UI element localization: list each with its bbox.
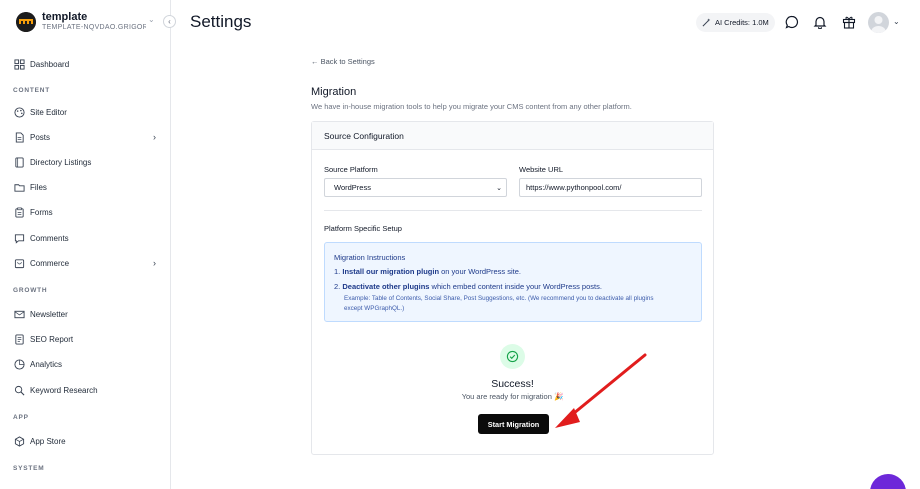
sidebar-item-analytics[interactable]: Analytics: [14, 355, 160, 373]
sidebar-item-label: App Store: [30, 436, 66, 446]
bell-icon[interactable]: [813, 15, 827, 30]
divider: [324, 210, 702, 211]
annotation-arrow-icon: [555, 353, 647, 428]
sidebar-item-label: SEO Report: [30, 334, 74, 344]
book-icon: [14, 156, 25, 168]
search-icon: [14, 385, 25, 396]
chevron-down-icon[interactable]: ⌄: [893, 17, 900, 26]
chevron-down-icon: ⌄: [148, 15, 155, 24]
folder-icon: [14, 182, 25, 193]
sidebar-item-newsletter[interactable]: Newsletter: [14, 305, 160, 323]
card-title: Source Configuration: [324, 131, 404, 141]
palette-icon: [14, 106, 25, 118]
instruction-note: except WPGraphQL.): [344, 305, 405, 312]
migration-description: We have in-house migration tools to help…: [311, 102, 632, 111]
instruction-step-2: 2. Deactivate other plugins which embed …: [334, 282, 602, 291]
sidebar-item-keyword-research[interactable]: Keyword Research: [14, 381, 160, 399]
sidebar-item-label: Newsletter: [30, 309, 68, 319]
ai-credits-badge[interactable]: AI Credits: 1.0M: [696, 13, 775, 32]
page-title: Settings: [190, 12, 252, 31]
brand-name: template: [42, 11, 88, 23]
brand-logo: [16, 12, 36, 32]
sidebar-item-label: Site Editor: [30, 107, 67, 117]
instruction-note: Example: Table of Contents, Social Share…: [344, 295, 654, 302]
section-label-growth: GROWTH: [13, 287, 48, 294]
section-label-system: SYSTEM: [13, 465, 45, 472]
step-emphasis: Deactivate other plugins: [342, 282, 430, 291]
section-label-app: APP: [13, 414, 29, 421]
source-platform-select[interactable]: WordPress ⌄: [324, 178, 507, 197]
sidebar-item-label: Forms: [30, 207, 53, 217]
sidebar-item-directory-listings[interactable]: Directory Listings: [14, 153, 160, 171]
report-icon: [14, 333, 25, 345]
sidebar-item-comments[interactable]: Comments: [14, 229, 160, 247]
sidebar-item-posts[interactable]: Posts ›: [14, 128, 160, 146]
gift-icon[interactable]: [842, 15, 856, 29]
magic-wand-icon: [702, 18, 711, 27]
box-icon: [14, 435, 25, 447]
success-title: Success!: [491, 378, 534, 390]
migration-title: Migration: [311, 86, 357, 98]
back-to-settings-link[interactable]: ← Back to Settings: [311, 57, 375, 66]
clipboard-icon: [14, 207, 25, 218]
section-label-content: CONTENT: [13, 87, 51, 94]
sidebar-item-label: Dashboard: [30, 59, 70, 69]
website-url-input[interactable]: https://www.pythonpool.com/: [519, 178, 702, 197]
ai-credits-text: AI Credits: 1.0M: [715, 18, 769, 27]
mail-icon: [14, 309, 25, 320]
success-description: You are ready for migration 🎉: [461, 392, 564, 401]
sidebar-item-label: Directory Listings: [30, 157, 92, 167]
chevron-right-icon: ›: [153, 258, 156, 268]
support-chat-button[interactable]: [870, 474, 906, 489]
sidebar-item-label: Comments: [30, 233, 69, 243]
chat-icon[interactable]: [785, 15, 799, 29]
source-platform-value: WordPress: [334, 183, 371, 192]
sidebar-item-label: Posts: [30, 132, 51, 142]
website-url-value: https://www.pythonpool.com/: [526, 183, 622, 192]
sidebar-item-label: Commerce: [30, 258, 70, 268]
sidebar-item-site-editor[interactable]: Site Editor: [14, 103, 160, 121]
install-plugin-link[interactable]: Install our migration plugin: [342, 267, 439, 276]
migration-instructions-box: Migration Instructions 1. Install our mi…: [324, 242, 702, 322]
cart-icon: [14, 258, 25, 269]
start-migration-button[interactable]: Start Migration: [478, 414, 549, 434]
sidebar-item-app-store[interactable]: App Store: [14, 432, 160, 450]
step-number: 1.: [334, 267, 341, 276]
comment-icon: [14, 233, 25, 244]
step-text: which embed content inside your WordPres…: [429, 282, 602, 291]
instruction-step-1: 1. Install our migration plugin on your …: [334, 267, 521, 276]
dashboard-icon: [14, 58, 25, 70]
document-icon: [14, 131, 25, 143]
sidebar-item-commerce[interactable]: Commerce ›: [14, 254, 160, 272]
sidebar-item-forms[interactable]: Forms: [14, 203, 160, 221]
sidebar-item-seo-report[interactable]: SEO Report: [14, 330, 160, 348]
avatar[interactable]: [868, 12, 889, 33]
step-text: on your WordPress site.: [439, 267, 522, 276]
instructions-title: Migration Instructions: [334, 253, 406, 262]
source-configuration-card: Source Configuration Source Platform Wor…: [311, 121, 714, 455]
brand-switcher[interactable]: template TEMPLATE-NQVDAO.GRIGOR... ⌄: [14, 11, 164, 35]
platform-setup-title: Platform Specific Setup: [324, 224, 402, 233]
collapse-sidebar-button[interactable]: ‹: [163, 15, 176, 28]
website-url-label: Website URL: [519, 165, 564, 174]
source-platform-label: Source Platform: [324, 165, 378, 174]
sidebar-item-label: Analytics: [30, 359, 63, 369]
success-check-icon: [500, 344, 525, 369]
sidebar-item-label: Keyword Research: [30, 385, 98, 395]
sidebar-item-files[interactable]: Files: [14, 178, 160, 196]
analytics-icon: [14, 358, 25, 370]
step-number: 2.: [334, 282, 341, 291]
brand-subtitle: TEMPLATE-NQVDAO.GRIGOR...: [42, 24, 146, 31]
card-header: Source Configuration: [312, 122, 713, 150]
sidebar-item-dashboard[interactable]: Dashboard: [14, 55, 160, 73]
chevron-down-icon: ⌄: [496, 185, 502, 192]
sidebar-item-label: Files: [30, 182, 47, 192]
chevron-right-icon: ›: [153, 132, 156, 142]
